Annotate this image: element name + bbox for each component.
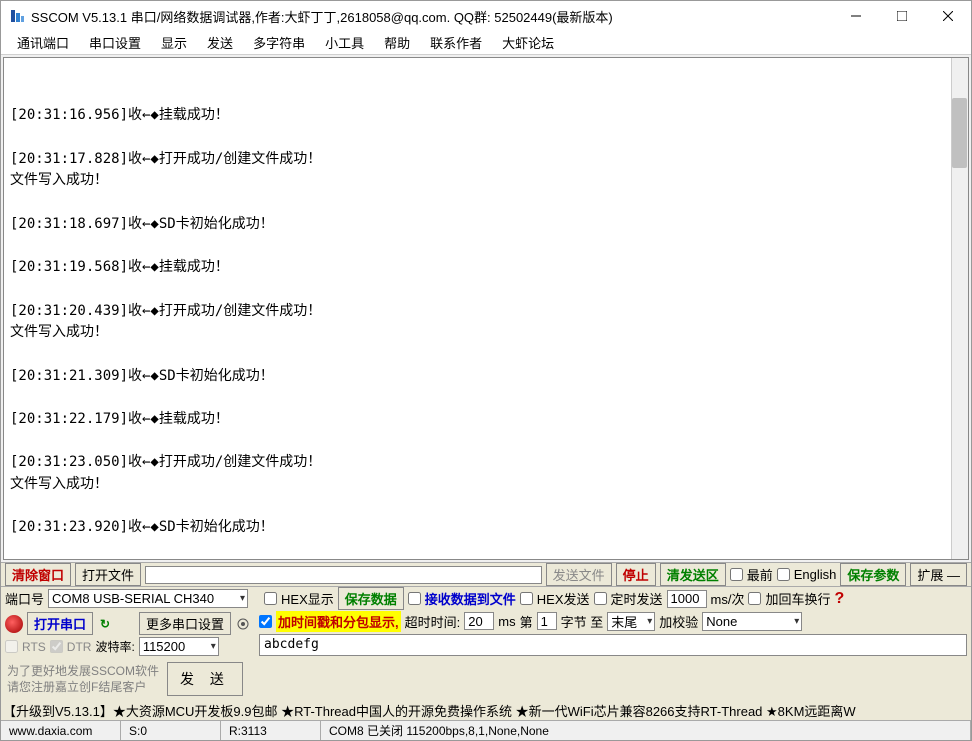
save-params-button[interactable]: 保存参数 (840, 563, 906, 586)
minimize-button[interactable] (833, 1, 879, 31)
menu-item[interactable]: 显示 (151, 31, 197, 54)
control-row-2: 端口号 COM8 USB-SERIAL CH340 HEX显示 保存数据 接收数… (1, 586, 971, 610)
recv-file-checkbox[interactable] (408, 592, 421, 605)
byte-label-1: 第 (520, 612, 533, 631)
menu-item[interactable]: 联系作者 (420, 31, 492, 54)
menu-item[interactable]: 小工具 (315, 31, 374, 54)
status-bar: www.daxia.com S:0 R:3113 COM8 已关闭 115200… (1, 720, 971, 740)
help-icon[interactable]: ? (835, 590, 845, 608)
timed-send-checkbox[interactable] (594, 592, 607, 605)
close-button[interactable] (925, 1, 971, 31)
rts-label: RTS (22, 640, 46, 654)
reload-icon[interactable]: ↻ (97, 616, 113, 632)
scrollbar[interactable] (951, 58, 968, 559)
hex-show-label: HEX显示 (281, 589, 334, 608)
clear-send-button[interactable]: 清发送区 (660, 563, 726, 586)
terminal-output[interactable]: [20:31:16.956]收←◆挂载成功！ [20:31:17.828]收←◆… (3, 57, 969, 560)
status-com: COM8 已关闭 115200bps,8,1,None,None (321, 721, 971, 740)
menu-item[interactable]: 多字符串 (243, 31, 315, 54)
expand-button[interactable]: 扩展 — (910, 563, 967, 586)
baud-label: 波特率: (95, 638, 134, 655)
record-icon (5, 615, 23, 633)
english-label: English (794, 567, 837, 582)
control-row-1: 清除窗口 打开文件 发送文件 停止 清发送区 最前 English 保存参数 扩… (1, 562, 971, 586)
send-textarea[interactable]: abcdefg (259, 634, 967, 656)
dtr-checkbox[interactable] (50, 640, 63, 653)
timed-send-label: 定时发送 (611, 589, 663, 608)
clear-window-button[interactable]: 清除窗口 (5, 563, 71, 586)
ms-label: ms/次 (711, 589, 745, 608)
promo-text-2: 请您注册嘉立创F结尾客户 (7, 680, 159, 694)
menu-item[interactable]: 发送 (197, 31, 243, 54)
window-title: SSCOM V5.13.1 串口/网络数据调试器,作者:大虾丁丁,2618058… (31, 7, 833, 26)
menu-item[interactable]: 通讯端口 (7, 31, 79, 54)
check-dropdown[interactable]: None (702, 612, 802, 631)
english-checkbox[interactable] (777, 568, 790, 581)
hex-send-checkbox[interactable] (520, 592, 533, 605)
port-dropdown[interactable]: COM8 USB-SERIAL CH340 (48, 589, 248, 608)
footer-links[interactable]: 【升级到V5.13.1】★大资源MCU开发板9.9包邮 ★RT-Thread中国… (1, 700, 971, 720)
timeout-label: 超时时间: (405, 612, 461, 631)
topmost-label: 最前 (747, 565, 773, 584)
byte-label-2: 字节 至 (561, 612, 604, 631)
open-port-button[interactable]: 打开串口 (27, 612, 93, 635)
add-cr-label: 加回车换行 (765, 589, 830, 608)
control-row-3: 打开串口 ↻ 更多串口设置 RTS DTR 波特率: 115200 加时间戳和分… (1, 610, 971, 658)
status-url[interactable]: www.daxia.com (1, 721, 121, 740)
more-port-cfg-button[interactable]: 更多串口设置 (139, 612, 231, 635)
add-cr-checkbox[interactable] (748, 592, 761, 605)
byte-input[interactable] (537, 612, 557, 630)
ms-label: ms (498, 614, 515, 629)
promo-text-1: 为了更好地发展SSCOM软件 (7, 664, 159, 678)
app-icon (9, 8, 25, 24)
maximize-button[interactable] (879, 1, 925, 31)
baud-dropdown[interactable]: 115200 (139, 637, 219, 656)
send-file-button[interactable]: 发送文件 (546, 563, 612, 586)
topmost-checkbox[interactable] (730, 568, 743, 581)
port-label: 端口号 (5, 589, 44, 608)
timestamp-label: 加时间戳和分包显示, (276, 611, 401, 632)
add-check-label: 加校验 (659, 612, 698, 631)
rts-checkbox[interactable] (5, 640, 18, 653)
interval-input[interactable] (667, 590, 707, 608)
menubar: 通讯端口 串口设置 显示 发送 多字符串 小工具 帮助 联系作者 大虾论坛 (1, 31, 971, 55)
byte-end-dropdown[interactable]: 末尾 (607, 612, 655, 631)
gear-icon (235, 616, 251, 632)
menu-item[interactable]: 帮助 (374, 31, 420, 54)
status-sent: S:0 (121, 721, 221, 740)
save-data-button[interactable]: 保存数据 (338, 587, 404, 610)
menu-item[interactable]: 串口设置 (79, 31, 151, 54)
hex-show-checkbox[interactable] (264, 592, 277, 605)
hex-send-label: HEX发送 (537, 589, 590, 608)
open-file-button[interactable]: 打开文件 (75, 563, 141, 586)
dtr-label: DTR (67, 640, 92, 654)
file-path-input[interactable] (145, 566, 542, 584)
status-recv: R:3113 (221, 721, 321, 740)
stop-button[interactable]: 停止 (616, 563, 656, 586)
recv-file-label: 接收数据到文件 (425, 589, 516, 608)
titlebar: SSCOM V5.13.1 串口/网络数据调试器,作者:大虾丁丁,2618058… (1, 1, 971, 31)
timestamp-checkbox[interactable] (259, 615, 272, 628)
timeout-input[interactable] (464, 612, 494, 630)
send-button[interactable]: 发 送 (167, 662, 243, 696)
menu-item[interactable]: 大虾论坛 (492, 31, 564, 54)
